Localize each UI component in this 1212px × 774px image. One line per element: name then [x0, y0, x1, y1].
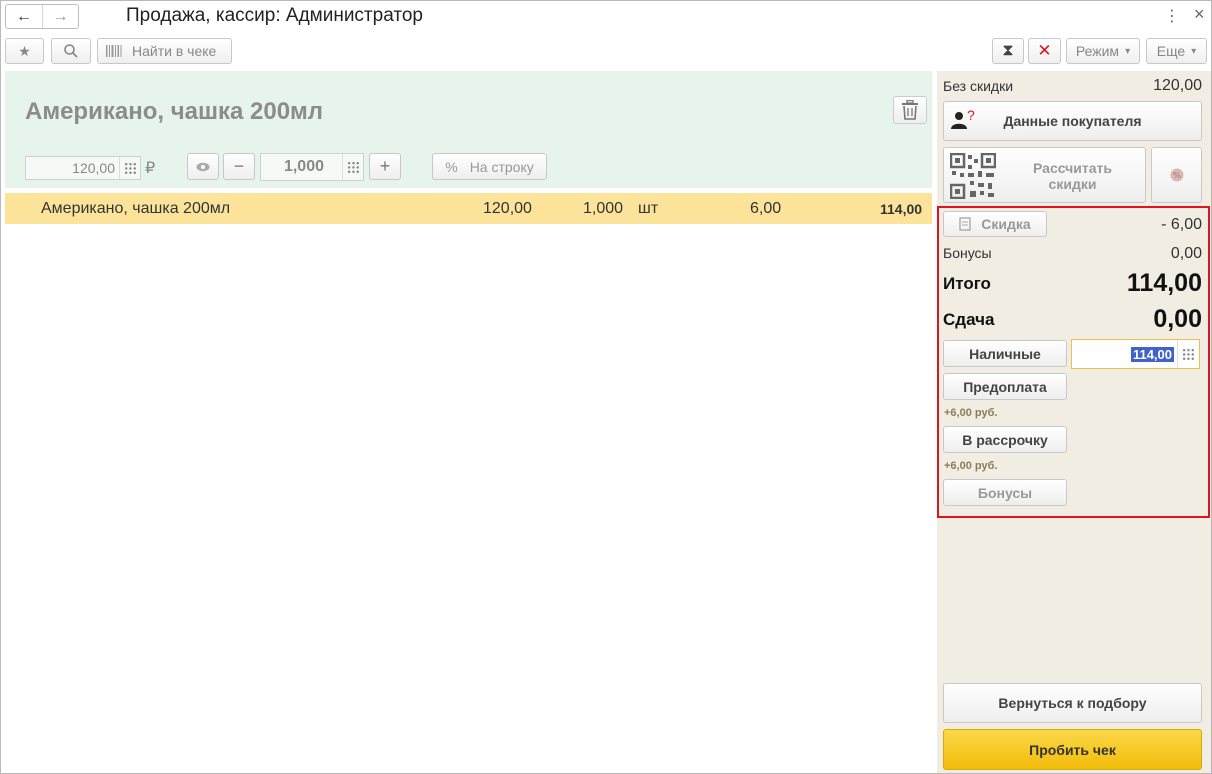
- view-button[interactable]: [187, 153, 219, 180]
- qr-code-icon: [950, 153, 996, 199]
- mode-dropdown[interactable]: Режим ▾: [1066, 38, 1140, 64]
- calc-discounts-line2: скидки: [1048, 176, 1097, 192]
- no-discount-label: Без скидки: [943, 78, 1014, 94]
- calculate-discounts-button[interactable]: Рассчитать скидки: [943, 147, 1146, 203]
- search-icon: [64, 44, 78, 58]
- back-arrow-icon[interactable]: ←: [6, 5, 42, 28]
- increase-quantity-button[interactable]: +: [369, 153, 401, 180]
- delete-line-button[interactable]: [893, 96, 927, 124]
- back-to-selection-label: Вернуться к подбору: [998, 695, 1147, 711]
- highlight-box: [937, 206, 1210, 518]
- nav-buttons: ← →: [5, 4, 79, 29]
- mode-label: Режим: [1075, 43, 1120, 59]
- decrease-quantity-button[interactable]: −: [223, 153, 255, 180]
- chevron-down-icon: ▾: [1125, 45, 1131, 57]
- line-quantity: 1,000: [583, 200, 624, 217]
- per-line-label: На строку: [469, 158, 534, 175]
- barcode-icon: [106, 45, 122, 57]
- minus-icon: −: [233, 156, 245, 176]
- line-name: Американо, чашка 200мл: [41, 200, 231, 217]
- no-discount-value: 120,00: [1153, 77, 1202, 94]
- line-discount: 6,00: [750, 200, 782, 217]
- trash-icon: [902, 100, 918, 120]
- close-window-icon[interactable]: ×: [1194, 4, 1205, 25]
- more-label: Еще: [1156, 43, 1186, 59]
- back-to-selection-button[interactable]: Вернуться к подбору: [943, 683, 1202, 723]
- forward-arrow-icon[interactable]: →: [42, 5, 78, 28]
- plus-icon: +: [379, 156, 391, 176]
- user-question-icon: ?: [950, 107, 975, 129]
- cancel-icon: ✕: [1037, 41, 1052, 60]
- search-button[interactable]: [51, 38, 91, 64]
- star-icon: ★: [18, 42, 31, 59]
- calc-discounts-line1: Рассчитать: [1033, 160, 1112, 176]
- calculator-icon[interactable]: [119, 157, 140, 179]
- more-menu-icon[interactable]: ⋮: [1164, 6, 1180, 26]
- window-title: Продажа, кассир: Администратор: [126, 5, 423, 26]
- find-in-receipt-label: Найти в чеке: [132, 43, 217, 59]
- discount-per-line-button[interactable]: % На строку: [432, 153, 547, 180]
- discount-badge-icon: %: [1170, 168, 1183, 182]
- line-price: 120,00: [483, 200, 532, 217]
- quantity-value: 1,000: [283, 158, 324, 175]
- punch-receipt-button[interactable]: Пробить чек: [943, 729, 1202, 770]
- pending-button[interactable]: ⧗: [992, 38, 1024, 64]
- svg-text:%: %: [1172, 171, 1180, 180]
- punch-receipt-label: Пробить чек: [1029, 741, 1116, 758]
- product-title: Американо, чашка 200мл: [25, 98, 324, 125]
- price-value: 120,00: [72, 160, 115, 176]
- line-total: 114,00: [880, 201, 923, 217]
- price-field[interactable]: 120,00: [25, 156, 141, 180]
- more-dropdown[interactable]: Еще ▾: [1146, 38, 1207, 64]
- cancel-receipt-button[interactable]: ✕: [1028, 38, 1061, 64]
- line-unit: шт: [638, 200, 659, 217]
- find-in-receipt-button[interactable]: Найти в чеке: [97, 38, 232, 64]
- eye-icon: [196, 162, 210, 171]
- hourglass-icon: ⧗: [1002, 42, 1014, 59]
- customer-data-button[interactable]: ? Данные покупателя: [943, 101, 1202, 141]
- quantity-field[interactable]: 1,000: [260, 153, 364, 181]
- favorite-button[interactable]: ★: [5, 38, 44, 64]
- calculator-icon[interactable]: [342, 154, 363, 180]
- percent-icon: %: [445, 158, 458, 175]
- chevron-down-icon: ▾: [1191, 45, 1197, 57]
- discount-card-button[interactable]: %: [1151, 147, 1202, 203]
- customer-data-label: Данные покупателя: [1003, 113, 1142, 129]
- table-row[interactable]: Американо, чашка 200мл 120,00 1,000 шт 6…: [5, 193, 932, 224]
- currency-symbol: ₽: [145, 160, 156, 177]
